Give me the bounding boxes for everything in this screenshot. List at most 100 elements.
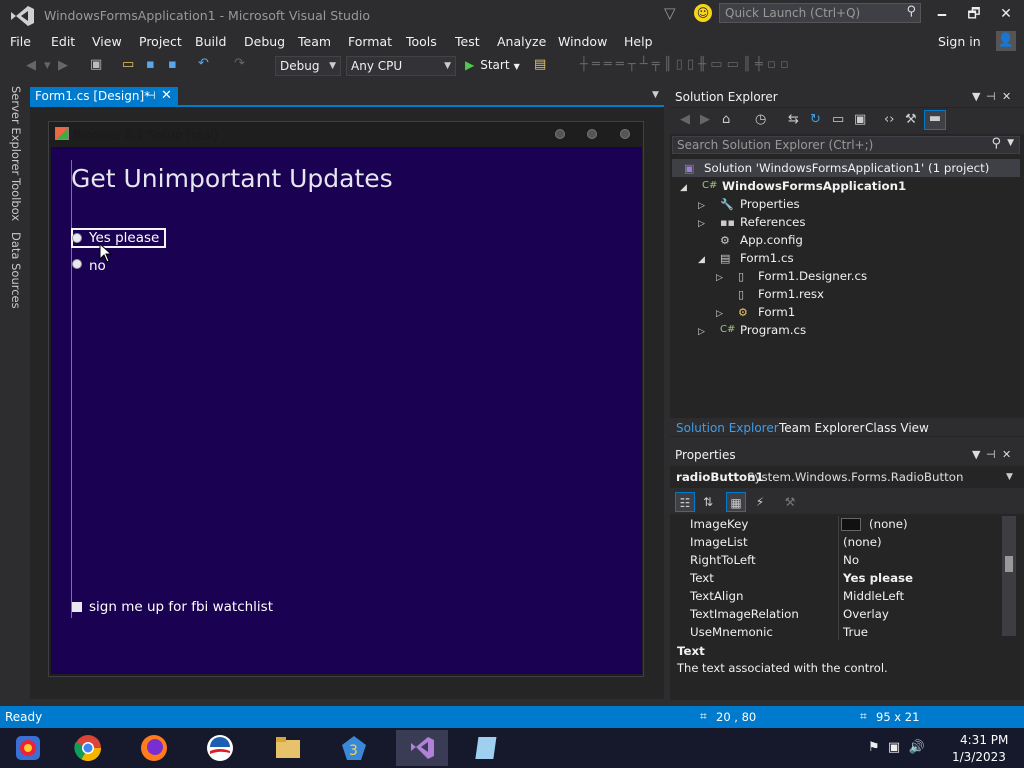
properties-scrollbar[interactable] (1002, 516, 1016, 636)
menu-debug[interactable]: Debug (244, 34, 285, 49)
server-explorer-tab[interactable]: Server Explorer (9, 86, 23, 175)
tree-item-form1-class[interactable]: Form1 (758, 303, 795, 321)
layout-align-icons[interactable]: ┼ ═ ═ ═ ┬ ┴ ╤ ║ ▯ ▯ ╫ ▭ ▭ ║ ╪ ▫ ▫ (580, 57, 789, 72)
property-value[interactable]: True (843, 623, 868, 641)
notepad-icon[interactable] (462, 730, 514, 766)
tree-item-app-config[interactable]: App.config (740, 231, 803, 249)
navigate-back-icon[interactable]: ◀ (26, 58, 36, 73)
form-client-area[interactable] (51, 147, 642, 674)
open-file-icon[interactable]: ▭ (122, 57, 134, 72)
pin-icon[interactable]: ⊣ (986, 90, 996, 103)
property-row[interactable]: TextImageRelation Overlay (672, 605, 1002, 623)
preview-selected-icon[interactable]: ▬ (924, 110, 946, 130)
file-explorer-icon[interactable] (262, 730, 314, 766)
property-value[interactable]: (none) (869, 515, 908, 533)
chrome-remote-icon[interactable] (2, 730, 54, 766)
back-icon[interactable]: ◀ (680, 112, 690, 127)
pin-icon[interactable]: ⊣ (986, 448, 996, 461)
clock-time[interactable]: 4:31 PM (960, 733, 1008, 747)
tree-item-solution[interactable]: Solution 'WindowsFormsApplication1' (1 p… (704, 159, 989, 177)
start-button[interactable]: ▶ Start ▼ (465, 58, 520, 72)
platform-dropdown[interactable]: Any CPU ▼ (346, 56, 456, 76)
sync-icon[interactable]: ⇆ (788, 112, 799, 127)
property-row[interactable]: RightToLeft No (672, 551, 1002, 569)
close-icon[interactable]: ✕ (1002, 448, 1011, 461)
close-icon[interactable]: ✕ (1002, 90, 1011, 103)
obama-logo-icon[interactable] (194, 730, 246, 766)
close-icon[interactable]: ✕ (161, 87, 172, 105)
menu-project[interactable]: Project (139, 34, 182, 49)
property-value[interactable]: Yes please (843, 569, 913, 587)
new-project-icon[interactable]: ▣ (90, 57, 102, 72)
menu-tools[interactable]: Tools (406, 34, 437, 49)
events-lightning-icon[interactable]: ⚡ (750, 492, 770, 512)
menu-team[interactable]: Team (298, 34, 331, 49)
property-row[interactable]: UseMnemonic True (672, 623, 1002, 641)
property-value[interactable]: MiddleLeft (843, 587, 904, 605)
document-list-chevron-icon[interactable]: ▼ (652, 90, 659, 100)
close-button[interactable]: ✕ (990, 2, 1022, 26)
pin-icon[interactable]: ⊣ (146, 87, 156, 105)
undo-icon[interactable]: ↶ (198, 56, 209, 71)
visual-studio-taskbar-icon[interactable] (396, 730, 448, 766)
configuration-dropdown[interactable]: Debug ▼ (275, 56, 341, 76)
collapsed-triangle-icon[interactable]: ▷ (698, 327, 705, 337)
firefox-icon[interactable] (128, 730, 180, 766)
quick-launch-input[interactable]: Quick Launch (Ctrl+Q) ⚲ (719, 3, 921, 23)
property-value[interactable]: Overlay (843, 605, 889, 623)
navigate-forward-icon[interactable]: ▶ (58, 58, 68, 73)
minimize-button[interactable]: 🗕 (926, 2, 958, 26)
menu-window[interactable]: Window (558, 34, 607, 49)
property-row[interactable]: TextAlign MiddleLeft (672, 587, 1002, 605)
property-row[interactable]: ImageKey (none) (672, 515, 1002, 533)
system-tray-icons[interactable]: ⚑ ▣ 🔊 (868, 740, 925, 755)
home-icon[interactable]: ⌂ (722, 112, 730, 127)
menu-file[interactable]: File (10, 34, 31, 49)
data-sources-tab[interactable]: Data Sources (9, 232, 23, 309)
alphabetical-icon[interactable]: ⇅ (698, 492, 718, 512)
tab-team-explorer[interactable]: Team Explorer (779, 421, 865, 435)
expanded-triangle-icon[interactable]: ◢ (680, 183, 687, 193)
clock-date[interactable]: 1/3/2023 (952, 750, 1006, 764)
radio-yes-circle[interactable] (72, 233, 82, 243)
tab-class-view[interactable]: Class View (865, 421, 929, 435)
solution-explorer-search-input[interactable]: Search Solution Explorer (Ctrl+;) ⚲ ▼ (672, 136, 1020, 154)
property-value[interactable]: No (843, 551, 859, 569)
properties-view-icon[interactable]: ▦ (726, 492, 746, 512)
redo-icon[interactable]: ↷ (234, 56, 245, 71)
tree-item-references[interactable]: References (740, 213, 806, 231)
find-in-files-icon[interactable]: ▤ (534, 57, 546, 72)
property-row[interactable]: ImageList (none) (672, 533, 1002, 551)
tree-item-program-cs[interactable]: Program.cs (740, 321, 806, 339)
form-title-bar[interactable]: Bindoes 8.1 Setup (real) (53, 124, 641, 146)
radio-no-circle[interactable] (72, 259, 82, 269)
tree-item-form1-designer[interactable]: Form1.Designer.cs (758, 267, 867, 285)
tree-item-project[interactable]: WindowsFormsApplication1 (722, 177, 906, 195)
chrome-icon[interactable] (62, 730, 114, 766)
scrollbar-thumb[interactable] (1005, 556, 1013, 572)
collapsed-triangle-icon[interactable]: ▷ (698, 201, 705, 211)
panel-menu-chevron-icon[interactable]: ▼ (972, 448, 980, 461)
menu-test[interactable]: Test (455, 34, 480, 49)
menu-help[interactable]: Help (624, 34, 653, 49)
collapsed-triangle-icon[interactable]: ▷ (698, 219, 705, 229)
tree-item-form1-cs[interactable]: Form1.cs (740, 249, 794, 267)
menu-edit[interactable]: Edit (51, 34, 75, 49)
navigate-menu-chevron-icon[interactable]: ▾ (44, 58, 51, 73)
property-value[interactable]: (none) (843, 533, 882, 551)
tab-solution-explorer[interactable]: Solution Explorer (676, 421, 779, 435)
property-pages-wrench-icon[interactable]: ⚒ (780, 492, 800, 512)
fbi-watchlist-checkbox[interactable] (72, 602, 82, 612)
expanded-triangle-icon[interactable]: ◢ (698, 255, 705, 265)
collapse-all-icon[interactable]: ▭ (832, 112, 844, 127)
tree-item-properties[interactable]: Properties (740, 195, 800, 213)
sign-in-link[interactable]: Sign in (938, 34, 981, 49)
panel-menu-chevron-icon[interactable]: ▼ (972, 90, 980, 103)
property-row[interactable]: Text Yes please (672, 569, 1002, 587)
menu-format[interactable]: Format (348, 34, 392, 49)
account-avatar-icon[interactable]: 👤 (996, 31, 1016, 51)
menu-view[interactable]: View (92, 34, 122, 49)
menu-analyze[interactable]: Analyze (497, 34, 546, 49)
tab-form1-design[interactable]: Form1.cs [Design]* ⊣ ✕ (30, 87, 178, 105)
properties-wrench-icon[interactable]: ⚒ (905, 112, 917, 127)
